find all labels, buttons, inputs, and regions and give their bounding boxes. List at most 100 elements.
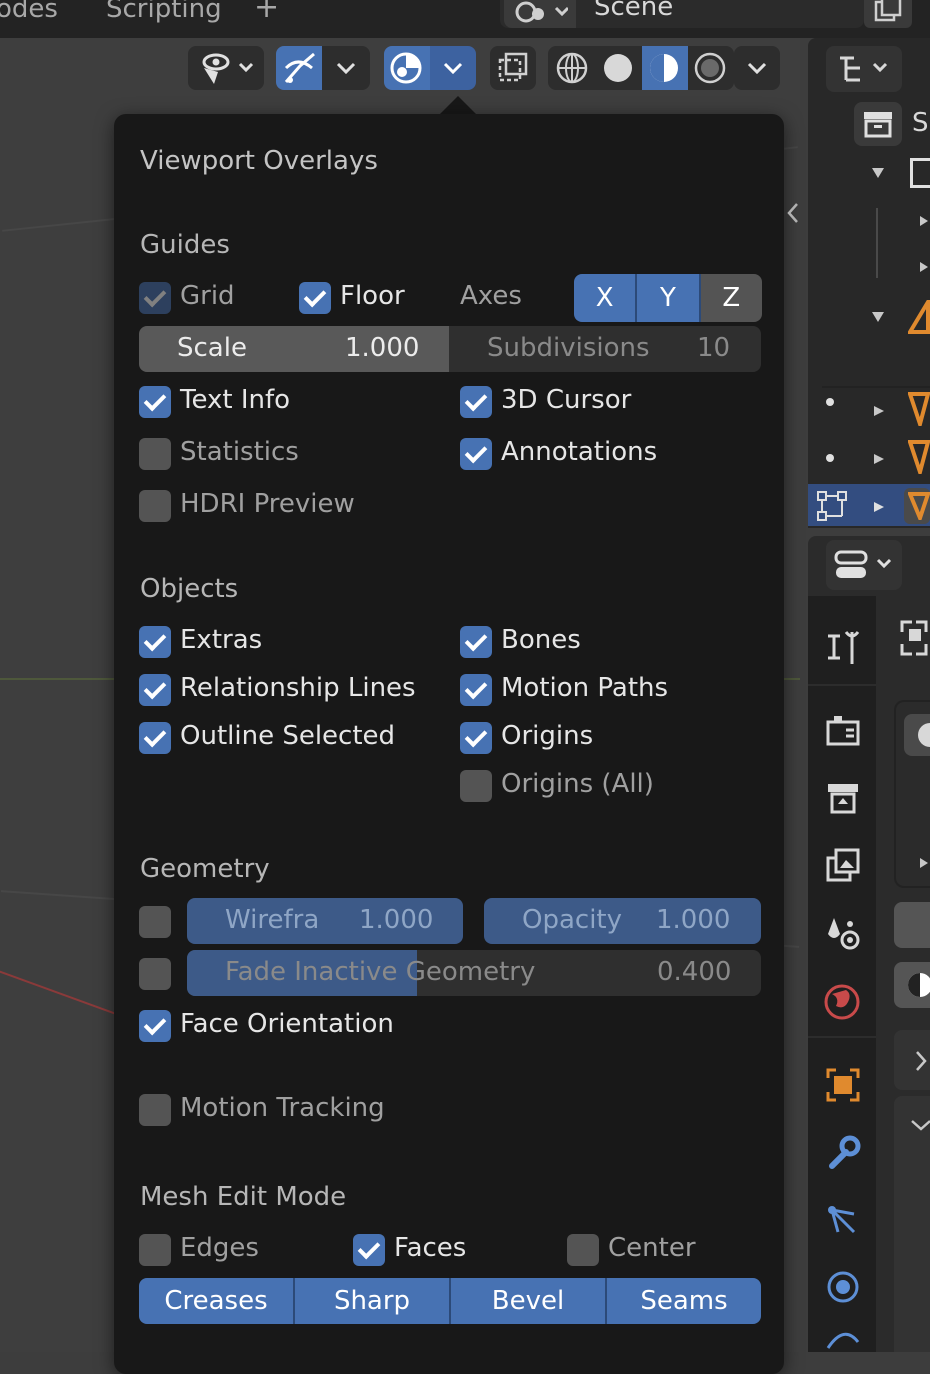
edges-checkbox[interactable] bbox=[139, 1234, 171, 1266]
outline-selected-checkbox[interactable] bbox=[139, 722, 171, 754]
collection-icon bbox=[910, 158, 930, 188]
bones-checkbox[interactable] bbox=[460, 626, 492, 658]
mesh-edit-heading: Mesh Edit Mode bbox=[140, 1182, 347, 1212]
floor-checkbox[interactable] bbox=[299, 282, 331, 314]
expand-icon[interactable] bbox=[870, 166, 886, 180]
faces-checkbox[interactable] bbox=[353, 1234, 385, 1266]
expand-icon[interactable] bbox=[918, 214, 930, 228]
statistics-checkbox[interactable] bbox=[139, 438, 171, 470]
properties-tabs bbox=[808, 596, 876, 1352]
visibility-selector[interactable] bbox=[188, 46, 264, 90]
shading-preview-button[interactable] bbox=[894, 962, 930, 1008]
scene-properties-icon[interactable] bbox=[824, 914, 862, 952]
constraints-icon[interactable] bbox=[824, 1328, 862, 1352]
hdri-preview-checkbox[interactable] bbox=[139, 490, 171, 522]
scale-field[interactable]: Scale 1.000 bbox=[139, 326, 449, 372]
popover-arrow bbox=[438, 96, 478, 116]
extras-checkbox[interactable] bbox=[139, 626, 171, 658]
fade-inactive-checkbox[interactable] bbox=[139, 958, 171, 990]
scene-browse-icon[interactable] bbox=[504, 0, 576, 28]
particles-icon[interactable] bbox=[824, 1202, 862, 1240]
text-info-checkbox[interactable] bbox=[139, 386, 171, 418]
expand-icon[interactable] bbox=[872, 404, 886, 418]
outliner-panel: S bbox=[808, 38, 930, 528]
physics-icon[interactable] bbox=[824, 1268, 862, 1306]
creases-toggle[interactable]: Creases bbox=[139, 1278, 295, 1324]
object-frame-icon[interactable] bbox=[898, 618, 930, 658]
output-properties-icon[interactable] bbox=[824, 782, 862, 816]
scene-collection-label: S bbox=[912, 108, 929, 138]
fade-inactive-slider[interactable]: Fade Inactive Geometry 0.400 bbox=[187, 950, 761, 996]
tool-settings-icon[interactable] bbox=[824, 628, 862, 668]
scene-collection-icon[interactable] bbox=[854, 102, 902, 146]
subdivisions-field[interactable]: Subdivisions 10 bbox=[449, 326, 761, 372]
face-orientation-checkbox[interactable] bbox=[139, 1010, 171, 1042]
extras-label: Extras bbox=[180, 625, 263, 655]
workspace-tab-scripting[interactable]: Scripting bbox=[106, 0, 222, 24]
mesh-edit-toggles: Creases Sharp Bevel Seams bbox=[139, 1278, 761, 1324]
material-slot-button[interactable] bbox=[904, 714, 930, 756]
world-properties-icon[interactable] bbox=[822, 982, 862, 1022]
grid-checkbox[interactable] bbox=[139, 282, 171, 314]
scene-name[interactable]: Scene bbox=[594, 0, 673, 22]
collapsed-panel[interactable] bbox=[894, 1030, 930, 1090]
wireframe-checkbox[interactable] bbox=[139, 906, 171, 938]
display-mode-selector[interactable] bbox=[826, 46, 902, 92]
text-info-label: Text Info bbox=[180, 385, 291, 415]
motion-paths-label: Motion Paths bbox=[501, 673, 669, 703]
bevel-toggle[interactable]: Bevel bbox=[451, 1278, 607, 1324]
expand-icon[interactable] bbox=[872, 500, 886, 514]
annotations-checkbox[interactable] bbox=[460, 438, 492, 470]
expand-icon[interactable] bbox=[918, 260, 930, 274]
origins-checkbox[interactable] bbox=[460, 722, 492, 754]
edges-label: Edges bbox=[180, 1233, 259, 1263]
expand-icon[interactable] bbox=[918, 856, 930, 870]
expanded-panel[interactable] bbox=[894, 1096, 930, 1352]
wireframe-field[interactable]: Wirefra 1.000 bbox=[187, 898, 463, 944]
motion-paths-checkbox[interactable] bbox=[460, 674, 492, 706]
axis-z-toggle[interactable]: Z bbox=[700, 274, 762, 322]
modifier-wrench-icon[interactable] bbox=[824, 1134, 862, 1172]
properties-editor-selector[interactable] bbox=[826, 540, 902, 590]
mesh-object-icon bbox=[908, 440, 930, 474]
object-data-icon bbox=[817, 491, 847, 521]
new-scene-icon[interactable] bbox=[864, 0, 912, 28]
grid-label: Grid bbox=[180, 281, 235, 311]
render-properties-icon[interactable] bbox=[824, 714, 862, 748]
motion-tracking-checkbox[interactable] bbox=[139, 1094, 171, 1126]
wireframe-label: Wirefra bbox=[225, 905, 320, 935]
overlays-dropdown[interactable] bbox=[430, 46, 476, 90]
center-checkbox[interactable] bbox=[567, 1234, 599, 1266]
origins-label: Origins bbox=[501, 721, 594, 751]
xray-toggle-icon[interactable] bbox=[490, 46, 536, 90]
subdivisions-label: Subdivisions bbox=[487, 333, 650, 363]
mesh-object-icon bbox=[908, 392, 930, 426]
relationship-lines-checkbox[interactable] bbox=[139, 674, 171, 706]
sidebar-collapse-icon[interactable] bbox=[786, 202, 800, 224]
seams-toggle[interactable]: Seams bbox=[607, 1278, 761, 1324]
axis-x-toggle[interactable]: X bbox=[574, 274, 638, 322]
gizmo-toggle-button[interactable] bbox=[276, 46, 322, 90]
statistics-label: Statistics bbox=[180, 437, 299, 467]
object-properties-icon[interactable] bbox=[824, 1066, 862, 1104]
popover-title: Viewport Overlays bbox=[140, 146, 378, 176]
workspace-tab-nodes[interactable]: odes bbox=[0, 0, 58, 24]
geometry-heading: Geometry bbox=[140, 854, 270, 884]
expand-icon[interactable] bbox=[870, 310, 886, 324]
shading-dropdown[interactable] bbox=[734, 46, 780, 90]
axis-y-toggle[interactable]: Y bbox=[637, 274, 701, 322]
opacity-field[interactable]: Opacity 1.000 bbox=[484, 898, 761, 944]
origins-all-checkbox[interactable] bbox=[460, 770, 492, 802]
expand-icon[interactable] bbox=[872, 452, 886, 466]
fade-inactive-value: 0.400 bbox=[657, 957, 732, 987]
sharp-toggle[interactable]: Sharp bbox=[295, 1278, 451, 1324]
view-layer-icon[interactable] bbox=[824, 848, 862, 884]
properties-button[interactable] bbox=[894, 902, 930, 948]
overlays-toggle-button[interactable] bbox=[384, 46, 430, 90]
wireframe-value: 1.000 bbox=[359, 905, 434, 935]
3d-cursor-checkbox[interactable] bbox=[460, 386, 492, 418]
gizmo-dropdown[interactable] bbox=[322, 46, 370, 90]
origins-all-label: Origins (All) bbox=[501, 769, 654, 799]
motion-tracking-label: Motion Tracking bbox=[180, 1093, 385, 1123]
add-workspace-button[interactable]: + bbox=[254, 0, 279, 25]
